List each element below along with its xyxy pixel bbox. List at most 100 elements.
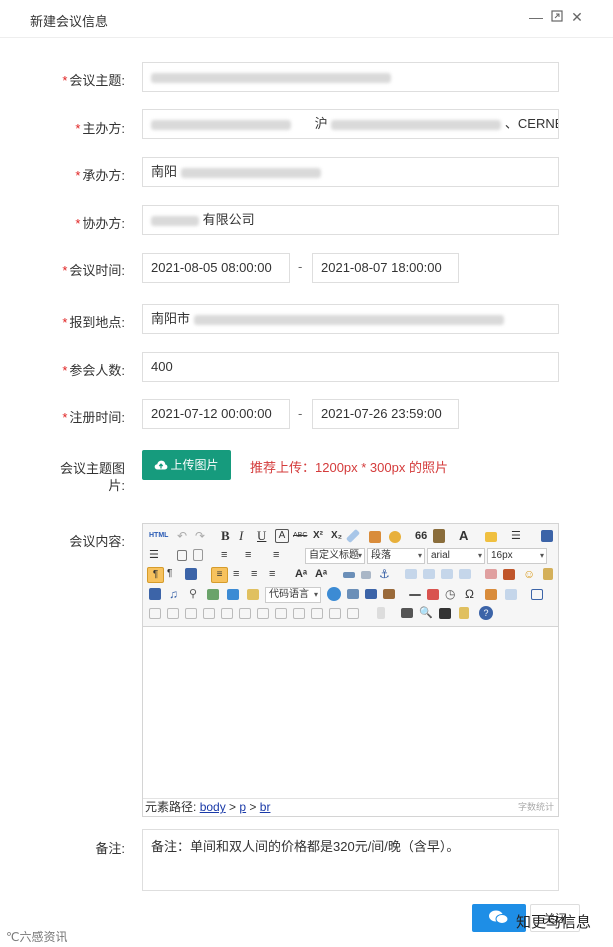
delete-table-icon[interactable] <box>149 608 161 619</box>
register-start-input[interactable]: 2021-07-12 00:00:00 <box>142 399 290 429</box>
checkin-place-input[interactable]: 南阳市 <box>142 304 559 334</box>
code-language-select[interactable]: 代码语言 ▾ <box>265 587 321 603</box>
paste-plain-icon[interactable] <box>433 529 445 543</box>
meeting-start-input[interactable]: 2021-08-05 08:00:00 <box>142 253 290 283</box>
link-icon[interactable] <box>343 572 355 578</box>
page-break-icon[interactable] <box>347 589 359 599</box>
align-left-icon[interactable]: ≡ <box>211 567 228 583</box>
unordered-list-icon[interactable]: ☰ <box>149 548 163 562</box>
attachment-icon[interactable]: ⚲ <box>189 587 203 601</box>
insert-image-icon[interactable] <box>503 569 515 580</box>
background-icon[interactable] <box>365 589 377 599</box>
insert-row-icon[interactable] <box>185 608 197 619</box>
ordered-list-icon[interactable]: ☰ <box>511 529 525 543</box>
undertaker-input[interactable]: 南阳 <box>142 157 559 187</box>
font-size-select[interactable]: 16px ▾ <box>487 548 547 564</box>
topic-input[interactable] <box>142 62 559 92</box>
format-brush-icon[interactable] <box>369 531 381 543</box>
insert-table-icon[interactable] <box>531 589 543 600</box>
image-right-icon[interactable] <box>441 569 453 579</box>
snapscreen-icon[interactable] <box>505 589 517 600</box>
rtl-direction-icon[interactable]: ¶ <box>167 567 181 581</box>
custom-title-select[interactable]: 自定义标题 ▾ <box>305 548 365 564</box>
image-none-icon[interactable] <box>405 569 417 579</box>
music-icon[interactable]: ♫ <box>169 587 183 601</box>
delete-col-icon[interactable] <box>239 608 251 619</box>
scrawl-icon[interactable] <box>543 568 553 580</box>
gmap-icon[interactable] <box>227 589 239 600</box>
row-spacing-bottom-icon[interactable] <box>193 549 203 561</box>
paragraph-select[interactable]: 段落 ▾ <box>367 548 425 564</box>
upload-image-button[interactable]: 上传图片 <box>142 450 231 480</box>
maximize-icon[interactable] <box>549 9 565 25</box>
anchor-icon[interactable]: ⚓ <box>379 567 393 581</box>
charts-icon[interactable] <box>377 607 385 619</box>
frame-icon[interactable] <box>247 589 259 600</box>
organizer-input[interactable]: 沪 、CERNET <box>142 109 559 139</box>
eraser-icon[interactable] <box>345 528 361 544</box>
time-icon[interactable]: ◷ <box>445 587 459 601</box>
drafts-icon[interactable] <box>459 607 469 619</box>
undo-icon[interactable]: ↶ <box>177 529 191 543</box>
co-organizer-input[interactable]: 有限公司 <box>142 205 559 235</box>
ltr-direction-icon[interactable]: ¶ <box>147 567 164 583</box>
path-br-link[interactable]: br <box>260 800 271 814</box>
font-border-icon[interactable]: A <box>275 529 289 543</box>
superscript-button[interactable]: X² <box>313 529 327 543</box>
path-body-link[interactable]: body <box>200 800 226 814</box>
merge-cells-icon[interactable] <box>257 608 269 619</box>
blockquote-button[interactable]: 66 <box>415 529 429 543</box>
editor-content-area[interactable] <box>143 628 558 798</box>
font-family-select[interactable]: arial ▾ <box>427 548 485 564</box>
wordimage-icon[interactable] <box>383 589 395 599</box>
remark-textarea[interactable]: 备注：单间和双人间的价格都是320元/间/晚（含早）。 <box>142 829 559 891</box>
meeting-end-input[interactable]: 2021-08-07 18:00:00 <box>312 253 459 283</box>
horizontal-rule-icon[interactable] <box>409 594 421 596</box>
subscript-button[interactable]: X₂ <box>331 529 345 543</box>
case-upper-icon[interactable]: Aᵃ <box>295 567 309 581</box>
register-end-input[interactable]: 2021-07-26 23:59:00 <box>312 399 459 429</box>
align-right-icon[interactable]: ≡ <box>251 567 265 581</box>
split-rows-icon[interactable] <box>329 608 341 619</box>
indent-icon[interactable]: ≡ <box>245 548 259 562</box>
template-icon[interactable] <box>327 587 341 601</box>
special-char-button[interactable]: Ω <box>465 587 479 601</box>
map-icon[interactable] <box>207 589 219 600</box>
emotion-icon[interactable]: ☺ <box>523 567 537 581</box>
merge-right-icon[interactable] <box>275 608 287 619</box>
line-height-icon[interactable]: ≡ <box>273 548 287 562</box>
auto-format-icon[interactable] <box>389 531 401 543</box>
align-justify-icon[interactable]: ≡ <box>269 567 283 581</box>
underline-button[interactable]: U <box>257 529 271 543</box>
redo-icon[interactable]: ↷ <box>195 529 209 543</box>
paragraph-spacing-icon[interactable]: ≡ <box>221 548 235 562</box>
preview-icon[interactable]: 🔍 <box>419 606 433 620</box>
mark-icon[interactable] <box>185 568 197 580</box>
split-cols-icon[interactable] <box>347 608 359 619</box>
attendees-input[interactable]: 400 <box>142 352 559 382</box>
help-icon[interactable]: ? <box>479 606 493 620</box>
simple-upload-icon[interactable] <box>485 569 497 579</box>
align-center-icon[interactable]: ≡ <box>233 567 247 581</box>
minimize-icon[interactable]: — <box>528 9 544 25</box>
fullscreen-icon[interactable] <box>541 530 553 542</box>
bold-button[interactable]: B <box>221 529 235 543</box>
insert-paragraph-before-table-icon[interactable] <box>167 608 179 619</box>
font-color-button[interactable]: A <box>459 529 473 543</box>
strikethrough-button[interactable]: ABC <box>293 529 307 543</box>
date-icon[interactable] <box>427 589 439 600</box>
html-source-button[interactable]: HTML <box>149 532 168 539</box>
print-icon[interactable] <box>401 608 413 618</box>
case-lower-icon[interactable]: Aᵃ <box>315 567 329 581</box>
split-cells-icon[interactable] <box>311 608 323 619</box>
row-spacing-top-icon[interactable] <box>177 550 187 561</box>
search-replace-icon[interactable] <box>485 589 497 600</box>
image-left-icon[interactable] <box>423 569 435 579</box>
merge-down-icon[interactable] <box>293 608 305 619</box>
insert-video-icon[interactable] <box>149 588 161 600</box>
close-icon[interactable]: ✕ <box>569 9 585 25</box>
italic-button[interactable]: I <box>239 529 253 543</box>
insert-col-icon[interactable] <box>221 608 233 619</box>
image-center-icon[interactable] <box>459 569 471 579</box>
unlink-icon[interactable] <box>361 571 371 579</box>
